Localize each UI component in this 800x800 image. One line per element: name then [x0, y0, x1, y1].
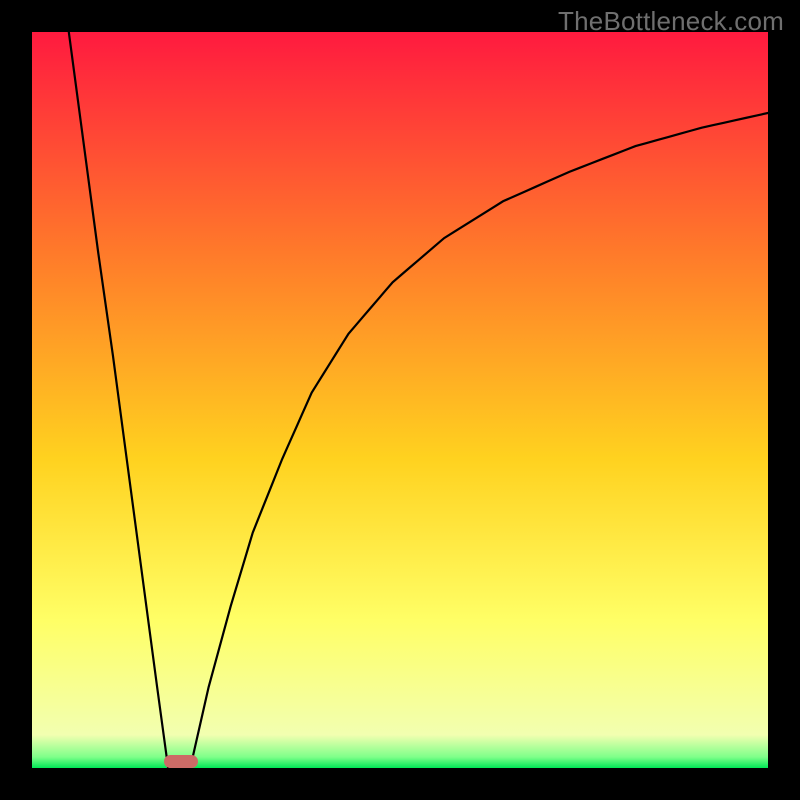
- gradient-background: [32, 32, 768, 768]
- watermark-text: TheBottleneck.com: [558, 6, 784, 37]
- plot-area: [32, 32, 768, 768]
- chart-frame: TheBottleneck.com: [0, 0, 800, 800]
- chart-svg: [32, 32, 768, 768]
- minimum-marker: [164, 755, 197, 768]
